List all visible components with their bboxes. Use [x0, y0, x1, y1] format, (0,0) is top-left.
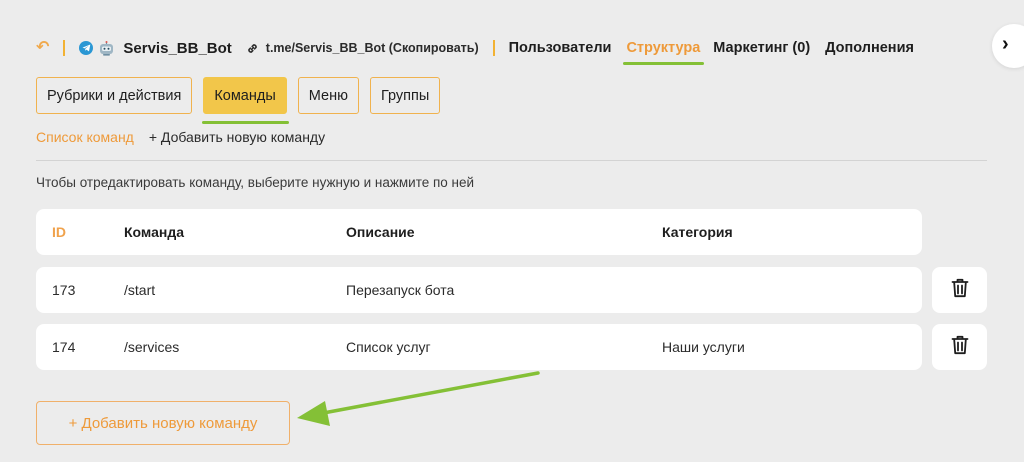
section-divider [36, 160, 987, 161]
table-header: ID Команда Описание Категория [36, 209, 922, 255]
bot-link-copy[interactable]: t.me/Servis_BB_Bot (Скопировать) [266, 41, 479, 55]
telegram-icon [79, 41, 94, 55]
add-command-button[interactable]: + Добавить новую команду [36, 401, 290, 445]
bot-avatar-icon [98, 40, 115, 56]
commands-page: ↶ Servis_BB_Bot t.me/Servis_BB_Bot (Скоп… [0, 0, 1024, 462]
row-category: Наши услуги [662, 339, 745, 355]
subnav-add-command[interactable]: + Добавить новую команду [149, 129, 325, 145]
commands-subnav: Список команд + Добавить новую команду [36, 129, 325, 145]
link-icon[interactable] [246, 42, 259, 55]
trash-icon [951, 335, 969, 360]
tab-menu[interactable]: Меню [297, 77, 359, 114]
edit-hint: Чтобы отредактировать команду, выберите … [36, 175, 475, 190]
column-description: Описание [346, 224, 415, 240]
collapse-panel-button[interactable]: › [992, 24, 1024, 68]
nav-structure[interactable]: Структура [623, 40, 705, 65]
column-command: Команда [124, 224, 184, 240]
row-command: /start [124, 282, 156, 298]
row-id: 173 [52, 282, 76, 298]
chevron-right-icon: › [1002, 33, 1009, 55]
structure-tabs: Рубрики и действия Команды Меню Группы [36, 77, 451, 124]
header-separator-2 [492, 40, 495, 56]
delete-command-button[interactable] [932, 267, 987, 313]
top-bar: ↶ Servis_BB_Bot t.me/Servis_BB_Bot (Скоп… [36, 37, 914, 65]
back-arrow-icon[interactable]: ↶ [36, 40, 49, 56]
column-category: Категория [662, 224, 733, 240]
nav-extras[interactable]: Дополнения [825, 40, 914, 56]
row-description: Список услуг [346, 339, 431, 355]
table-row[interactable]: 173 /start Перезапуск бота [36, 267, 922, 313]
trash-icon [951, 278, 969, 303]
tab-groups[interactable]: Группы [369, 77, 441, 114]
header-separator [63, 40, 66, 56]
tab-rubrics[interactable]: Рубрики и действия [36, 77, 193, 114]
table-row[interactable]: 174 /services Список услуг Наши услуги [36, 324, 922, 370]
row-command: /services [124, 339, 180, 355]
bot-name: Servis_BB_Bot [123, 39, 232, 57]
row-id: 174 [52, 339, 76, 355]
column-id: ID [52, 224, 66, 240]
nav-marketing[interactable]: Маркетинг (0) [713, 40, 810, 56]
nav-users[interactable]: Пользователи [509, 40, 612, 56]
row-description: Перезапуск бота [346, 282, 455, 298]
delete-command-button[interactable] [932, 324, 987, 370]
tab-commands[interactable]: Команды [202, 77, 290, 124]
subnav-command-list[interactable]: Список команд [36, 129, 134, 145]
